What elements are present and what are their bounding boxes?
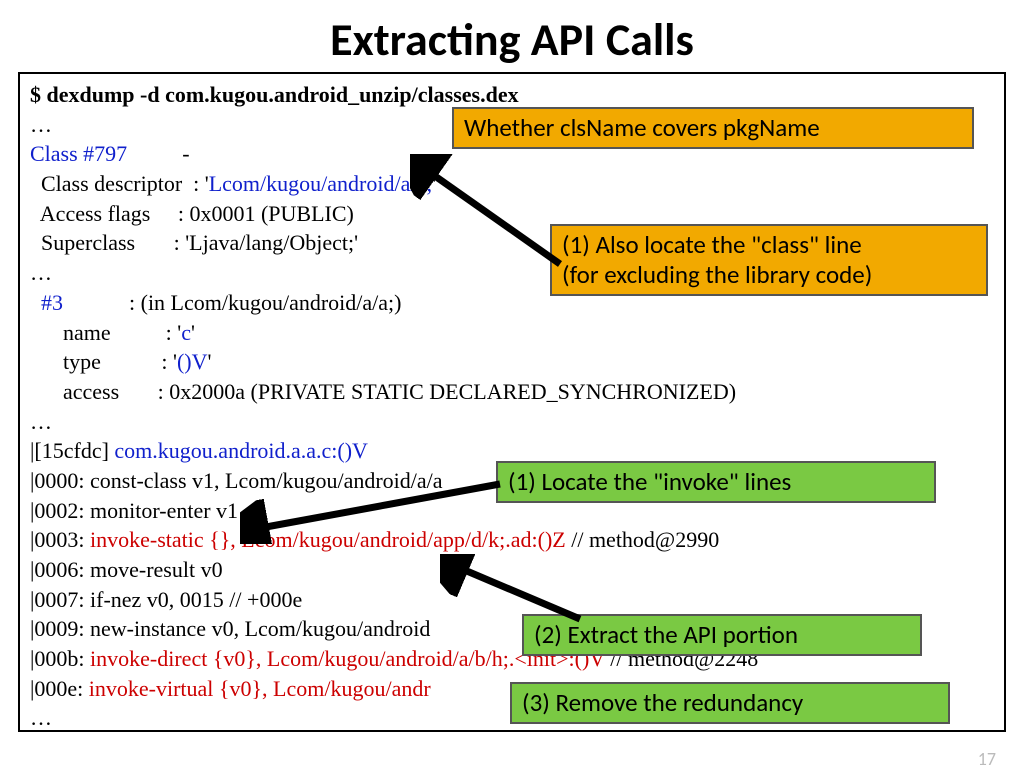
ellipsis: … xyxy=(30,407,994,437)
arrow-to-descriptor xyxy=(410,154,570,284)
page-number: 17 xyxy=(978,748,996,770)
callout-remove-redundancy: (3) Remove the redundancy xyxy=(510,682,950,724)
callout-clsname: Whether clsName covers pkgName xyxy=(452,107,974,149)
method-type: type : '()V' xyxy=(30,347,994,377)
code-box: $ dexdump -d com.kugou.android_unzip/cla… xyxy=(18,72,1006,732)
method-name: name : 'c' xyxy=(30,318,994,348)
arrow-to-api-portion xyxy=(440,554,600,634)
method-access: access : 0x2000a (PRIVATE STATIC DECLARE… xyxy=(30,377,994,407)
cmd-line: $ dexdump -d com.kugou.android_unzip/cla… xyxy=(30,80,994,110)
callout-locate-invoke: (1) Locate the "invoke" lines xyxy=(496,461,936,503)
page-title: Extracting API Calls xyxy=(0,12,1024,68)
arrow-to-invoke xyxy=(240,474,520,544)
callout-class-line: (1) Also locate the "class" line (for ex… xyxy=(550,224,988,296)
